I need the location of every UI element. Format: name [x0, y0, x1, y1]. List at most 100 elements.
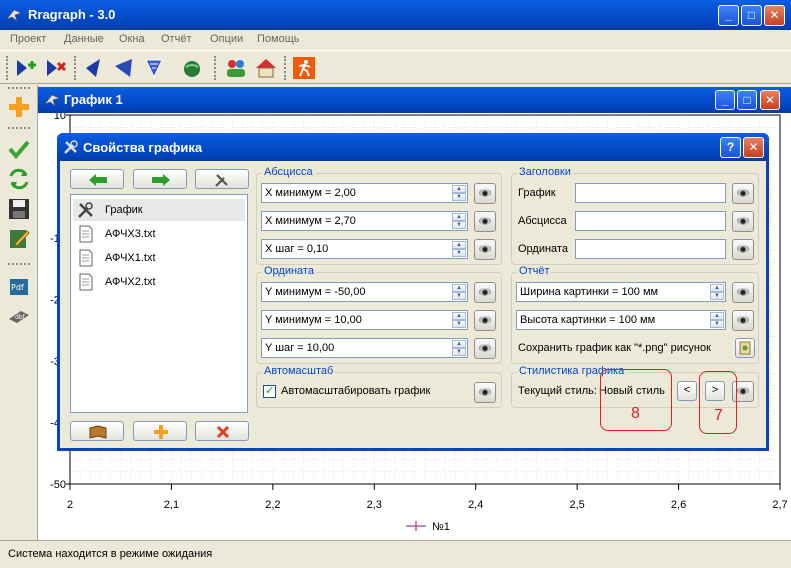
- graph-title-input[interactable]: [575, 183, 726, 203]
- chart-maximize-button[interactable]: □: [737, 90, 757, 110]
- save-disk-icon[interactable]: [7, 197, 31, 221]
- spin-up-icon[interactable]: ▲: [452, 312, 466, 320]
- eye-icon[interactable]: [732, 282, 754, 303]
- autoscale-group-label: Автомасштаб: [262, 365, 336, 377]
- abscissa-title-input[interactable]: [575, 211, 726, 231]
- globe-refresh-icon[interactable]: [180, 56, 204, 80]
- menu-report[interactable]: Отчёт: [161, 33, 191, 45]
- y-min-field[interactable]: Y минимум = -50,00 ▲ ▼: [261, 282, 468, 302]
- eye-icon[interactable]: [732, 239, 754, 260]
- app-title-bar: Rragraph - 3.0 _ □ ✕: [0, 0, 791, 30]
- spin-down-icon[interactable]: ▼: [452, 221, 466, 229]
- spinner[interactable]: ▲ ▼: [452, 284, 466, 300]
- refresh-icon[interactable]: [7, 167, 31, 191]
- x-step-field[interactable]: X шаг = 0,10 ▲ ▼: [261, 239, 468, 259]
- shape-tool-2-icon[interactable]: [112, 56, 136, 80]
- image-width-field[interactable]: Ширина картинки = 100 мм ▲ ▼: [516, 282, 726, 302]
- eye-icon[interactable]: [474, 239, 496, 260]
- spinner[interactable]: ▲ ▼: [452, 340, 466, 356]
- eye-icon[interactable]: [732, 183, 754, 204]
- x-tick-label: 2,3: [367, 499, 382, 511]
- book-icon: [89, 425, 107, 439]
- x-min-field[interactable]: X минимум = 2,00 ▲ ▼: [261, 183, 468, 203]
- spin-down-icon[interactable]: ▼: [452, 193, 466, 201]
- chart-close-button[interactable]: ✕: [760, 90, 780, 110]
- run-icon[interactable]: [292, 56, 316, 80]
- spin-up-icon[interactable]: ▲: [452, 241, 466, 249]
- list-item-graph[interactable]: График: [73, 199, 245, 221]
- add-series-icon[interactable]: [14, 56, 38, 80]
- checkmark-icon[interactable]: [7, 137, 31, 161]
- spinner[interactable]: ▲ ▼: [452, 213, 466, 229]
- spinner[interactable]: ▲ ▼: [452, 185, 466, 201]
- grid-tool-icon[interactable]: [142, 56, 166, 80]
- x-max-field[interactable]: X минимум = 2,70 ▲ ▼: [261, 211, 468, 231]
- spin-up-icon[interactable]: ▲: [710, 312, 724, 320]
- save-png-button[interactable]: [735, 338, 755, 358]
- settings-tools-button[interactable]: [195, 169, 249, 189]
- chart-minimize-button[interactable]: _: [715, 90, 735, 110]
- maximize-button[interactable]: □: [741, 5, 762, 26]
- list-item-file[interactable]: АФЧХ1.txt: [73, 247, 245, 269]
- eye-icon[interactable]: [474, 310, 496, 331]
- menu-help[interactable]: Помощь: [257, 33, 300, 45]
- spinner[interactable]: ▲ ▼: [452, 241, 466, 257]
- open-book-button[interactable]: [70, 421, 124, 441]
- eye-icon[interactable]: [474, 382, 496, 403]
- prev-style-button[interactable]: <: [677, 381, 697, 401]
- spin-up-icon[interactable]: ▲: [710, 284, 724, 292]
- spin-up-icon[interactable]: ▲: [452, 185, 466, 193]
- ordinate-title-input[interactable]: [575, 239, 726, 259]
- menu-project[interactable]: Проект: [10, 33, 46, 45]
- shape-tool-icon[interactable]: [82, 56, 106, 80]
- spinner[interactable]: ▲ ▼: [710, 284, 724, 300]
- dbf-export-icon[interactable]: dbf: [7, 305, 31, 329]
- x-tick-label: 2,7: [772, 499, 787, 511]
- spin-down-icon[interactable]: ▼: [710, 320, 724, 328]
- spin-down-icon[interactable]: ▼: [452, 320, 466, 328]
- menu-data[interactable]: Данные: [64, 33, 104, 45]
- spinner[interactable]: ▲ ▼: [452, 312, 466, 328]
- autoscale-checkbox[interactable]: [263, 384, 276, 398]
- spin-down-icon[interactable]: ▼: [452, 348, 466, 356]
- image-height-field[interactable]: Высота картинки = 100 мм ▲ ▼: [516, 310, 726, 330]
- list-item-file[interactable]: АФЧХ3.txt: [73, 223, 245, 245]
- spin-down-icon[interactable]: ▼: [452, 249, 466, 257]
- edit-document-icon[interactable]: [7, 227, 31, 251]
- text-file-icon: [79, 249, 93, 267]
- help-button[interactable]: ?: [720, 137, 741, 158]
- spin-down-icon[interactable]: ▼: [710, 292, 724, 300]
- spin-up-icon[interactable]: ▲: [452, 340, 466, 348]
- spin-down-icon[interactable]: ▼: [452, 292, 466, 300]
- spin-up-icon[interactable]: ▲: [452, 284, 466, 292]
- eye-icon[interactable]: [732, 211, 754, 232]
- eye-icon[interactable]: [474, 282, 496, 303]
- eye-icon[interactable]: [474, 211, 496, 232]
- forward-button[interactable]: [133, 169, 187, 189]
- menu-windows[interactable]: Окна: [119, 33, 145, 45]
- pdf-export-icon[interactable]: Pdf: [7, 275, 31, 299]
- minimize-button[interactable]: _: [718, 5, 739, 26]
- close-button[interactable]: ✕: [764, 5, 785, 26]
- eye-icon[interactable]: [732, 310, 754, 331]
- list-item-label: График: [105, 204, 143, 216]
- menu-options[interactable]: Опции: [210, 33, 243, 45]
- back-button[interactable]: [70, 169, 124, 189]
- eye-icon[interactable]: [474, 183, 496, 204]
- delete-button[interactable]: [195, 421, 249, 441]
- list-item-file[interactable]: АФЧХ2.txt: [73, 271, 245, 293]
- list-item-label: АФЧХ1.txt: [105, 252, 156, 264]
- spin-up-icon[interactable]: ▲: [452, 213, 466, 221]
- users-icon[interactable]: [224, 56, 248, 80]
- eye-icon[interactable]: [474, 338, 496, 359]
- spinner[interactable]: ▲ ▼: [710, 312, 724, 328]
- y-step-field[interactable]: Y шаг = 10,00 ▲ ▼: [261, 338, 468, 358]
- add-button[interactable]: [133, 421, 187, 441]
- home-icon[interactable]: [254, 56, 278, 80]
- dialog-close-button[interactable]: ✕: [743, 137, 764, 158]
- annotation-number-8: 8: [631, 405, 640, 422]
- app-title: Rragraph - 3.0: [28, 7, 116, 22]
- remove-series-icon[interactable]: [44, 56, 68, 80]
- y-max-field[interactable]: Y минимум = 10,00 ▲ ▼: [261, 310, 468, 330]
- add-plus-icon[interactable]: [7, 95, 31, 119]
